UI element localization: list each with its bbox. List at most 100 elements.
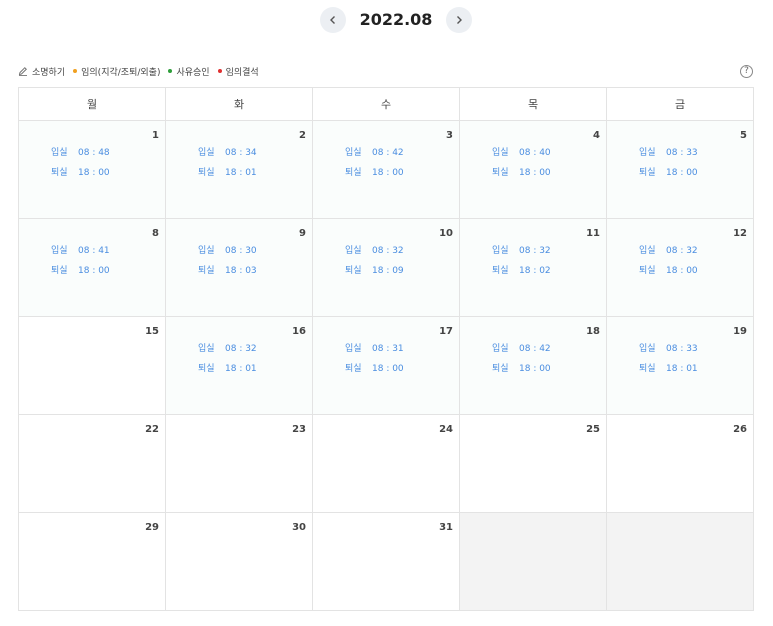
month-title: 2022.08 bbox=[359, 10, 433, 29]
legend-dot-orange bbox=[73, 69, 78, 73]
weekday-header: 월 bbox=[18, 87, 166, 121]
day-cell[interactable]: 1 입실 08 : 48 퇴실 18 : 00 bbox=[18, 120, 166, 219]
check-out-record-time: 18 : 00 bbox=[372, 364, 404, 374]
day-number: 4 bbox=[593, 130, 600, 141]
check-out-record-label: 퇴실 bbox=[51, 168, 68, 178]
check-out-record: 퇴실 18 : 00 bbox=[51, 165, 110, 178]
check-out-record: 퇴실 18 : 00 bbox=[345, 361, 404, 374]
check-out-record-label: 퇴실 bbox=[639, 364, 656, 374]
check-in-record-time: 08 : 42 bbox=[372, 148, 404, 158]
day-cell[interactable]: 18 입실 08 : 42 퇴실 18 : 00 bbox=[459, 316, 607, 415]
check-out-record-label: 퇴실 bbox=[639, 266, 656, 276]
check-out-record: 퇴실 18 : 01 bbox=[639, 361, 698, 374]
check-out-record-label: 퇴실 bbox=[198, 364, 215, 374]
day-number: 3 bbox=[446, 130, 453, 141]
day-cell[interactable]: 9 입실 08 : 30 퇴실 18 : 03 bbox=[165, 218, 313, 317]
check-in-record: 입실 08 : 33 bbox=[639, 145, 698, 158]
day-cell[interactable]: 22 bbox=[18, 414, 166, 513]
day-cell[interactable]: 4 입실 08 : 40 퇴실 18 : 00 bbox=[459, 120, 607, 219]
day-cell[interactable]: 8 입실 08 : 41 퇴실 18 : 00 bbox=[18, 218, 166, 317]
day-cell[interactable]: 30 bbox=[165, 512, 313, 611]
day-cell[interactable]: 24 bbox=[312, 414, 460, 513]
week-row: 15 16 입실 08 : 32 퇴실 18 : 01 17 입실 08 : 31 퇴실 18 : … bbox=[18, 316, 754, 415]
check-out-record-label: 퇴실 bbox=[345, 266, 362, 276]
month-navigation: 2022.08 bbox=[0, 7, 773, 33]
check-in-record-time: 08 : 33 bbox=[666, 148, 698, 158]
weekday-header: 화 bbox=[165, 87, 313, 121]
legend-item-approved: 사유승인 bbox=[168, 65, 210, 78]
day-cell[interactable]: 11 입실 08 : 32 퇴실 18 : 02 bbox=[459, 218, 607, 317]
prev-month-button[interactable] bbox=[320, 7, 346, 33]
day-number: 26 bbox=[733, 424, 747, 435]
day-cell[interactable]: 26 bbox=[606, 414, 754, 513]
next-month-button[interactable] bbox=[446, 7, 472, 33]
day-cell[interactable]: 10 입실 08 : 32 퇴실 18 : 09 bbox=[312, 218, 460, 317]
day-cell[interactable]: 15 bbox=[18, 316, 166, 415]
explain-button[interactable]: 소명하기 bbox=[18, 65, 65, 78]
check-out-record-time: 18 : 00 bbox=[519, 364, 551, 374]
day-number: 2 bbox=[299, 130, 306, 141]
check-out-record: 퇴실 18 : 00 bbox=[492, 165, 551, 178]
check-in-record-label: 입실 bbox=[345, 344, 362, 354]
check-in-record-label: 입실 bbox=[492, 344, 509, 354]
day-number: 5 bbox=[740, 130, 747, 141]
legend: 소명하기 임의(지각/조퇴/외출) 사유승인 임의결석 bbox=[18, 64, 267, 78]
day-cell[interactable]: 25 bbox=[459, 414, 607, 513]
day-number: 31 bbox=[439, 522, 453, 533]
check-out-record-label: 퇴실 bbox=[639, 168, 656, 178]
check-in-record-time: 08 : 48 bbox=[78, 148, 110, 158]
day-cell[interactable]: 19 입실 08 : 33 퇴실 18 : 01 bbox=[606, 316, 754, 415]
check-in-record-time: 08 : 40 bbox=[519, 148, 551, 158]
check-in-record-time: 08 : 34 bbox=[225, 148, 257, 158]
day-number: 22 bbox=[145, 424, 159, 435]
check-out-record: 퇴실 18 : 01 bbox=[198, 361, 257, 374]
explain-label: 소명하기 bbox=[32, 67, 66, 78]
weekday-header-row: 월 화 수 목 금 bbox=[18, 87, 754, 121]
check-out-record: 퇴실 18 : 00 bbox=[345, 165, 404, 178]
day-cell[interactable]: 3 입실 08 : 42 퇴실 18 : 00 bbox=[312, 120, 460, 219]
day-cell[interactable]: 17 입실 08 : 31 퇴실 18 : 00 bbox=[312, 316, 460, 415]
day-number: 17 bbox=[439, 326, 453, 337]
check-in-record: 입실 08 : 30 bbox=[198, 243, 257, 256]
day-number: 19 bbox=[733, 326, 747, 337]
day-number: 30 bbox=[292, 522, 306, 533]
day-cell[interactable]: 23 bbox=[165, 414, 313, 513]
day-cell[interactable]: 29 bbox=[18, 512, 166, 611]
check-in-record-label: 입실 bbox=[198, 344, 215, 354]
day-cell[interactable]: 12 입실 08 : 32 퇴실 18 : 00 bbox=[606, 218, 754, 317]
chevron-left-icon bbox=[330, 16, 335, 24]
legend-label: 사유승인 bbox=[176, 67, 210, 78]
day-cell[interactable]: 31 bbox=[312, 512, 460, 611]
check-out-record-time: 18 : 03 bbox=[225, 266, 257, 276]
check-in-record: 입실 08 : 33 bbox=[639, 341, 698, 354]
chevron-right-icon bbox=[457, 16, 462, 24]
calendar-body: 1 입실 08 : 48 퇴실 18 : 00 2 입실 08 : 34 퇴실 18 : 01 3 입… bbox=[18, 120, 754, 611]
check-out-record: 퇴실 18 : 03 bbox=[198, 263, 257, 276]
check-out-record-label: 퇴실 bbox=[492, 168, 509, 178]
weekday-header: 수 bbox=[312, 87, 460, 121]
check-out-record: 퇴실 18 : 00 bbox=[639, 165, 698, 178]
week-row: 22 23 24 25 26 bbox=[18, 414, 754, 513]
weekday-header: 금 bbox=[606, 87, 754, 121]
check-in-record-time: 08 : 32 bbox=[519, 246, 551, 256]
day-number: 23 bbox=[292, 424, 306, 435]
day-cell[interactable]: 5 입실 08 : 33 퇴실 18 : 00 bbox=[606, 120, 754, 219]
check-out-record-time: 18 : 09 bbox=[372, 266, 404, 276]
help-icon[interactable]: ? bbox=[740, 65, 753, 78]
check-in-record-label: 입실 bbox=[492, 246, 509, 256]
check-out-record-time: 18 : 00 bbox=[372, 168, 404, 178]
check-in-record: 입실 08 : 48 bbox=[51, 145, 110, 158]
day-cell bbox=[459, 512, 607, 611]
check-in-record-label: 입실 bbox=[198, 246, 215, 256]
day-cell[interactable]: 16 입실 08 : 32 퇴실 18 : 01 bbox=[165, 316, 313, 415]
check-in-record-label: 입실 bbox=[492, 148, 509, 158]
day-cell bbox=[606, 512, 754, 611]
check-in-record-label: 입실 bbox=[639, 246, 656, 256]
check-in-record-time: 08 : 32 bbox=[666, 246, 698, 256]
day-cell[interactable]: 2 입실 08 : 34 퇴실 18 : 01 bbox=[165, 120, 313, 219]
pencil-icon bbox=[18, 67, 27, 76]
check-out-record: 퇴실 18 : 00 bbox=[51, 263, 110, 276]
check-out-record-time: 18 : 00 bbox=[78, 266, 110, 276]
check-in-record-label: 입실 bbox=[639, 344, 656, 354]
day-number: 25 bbox=[586, 424, 600, 435]
